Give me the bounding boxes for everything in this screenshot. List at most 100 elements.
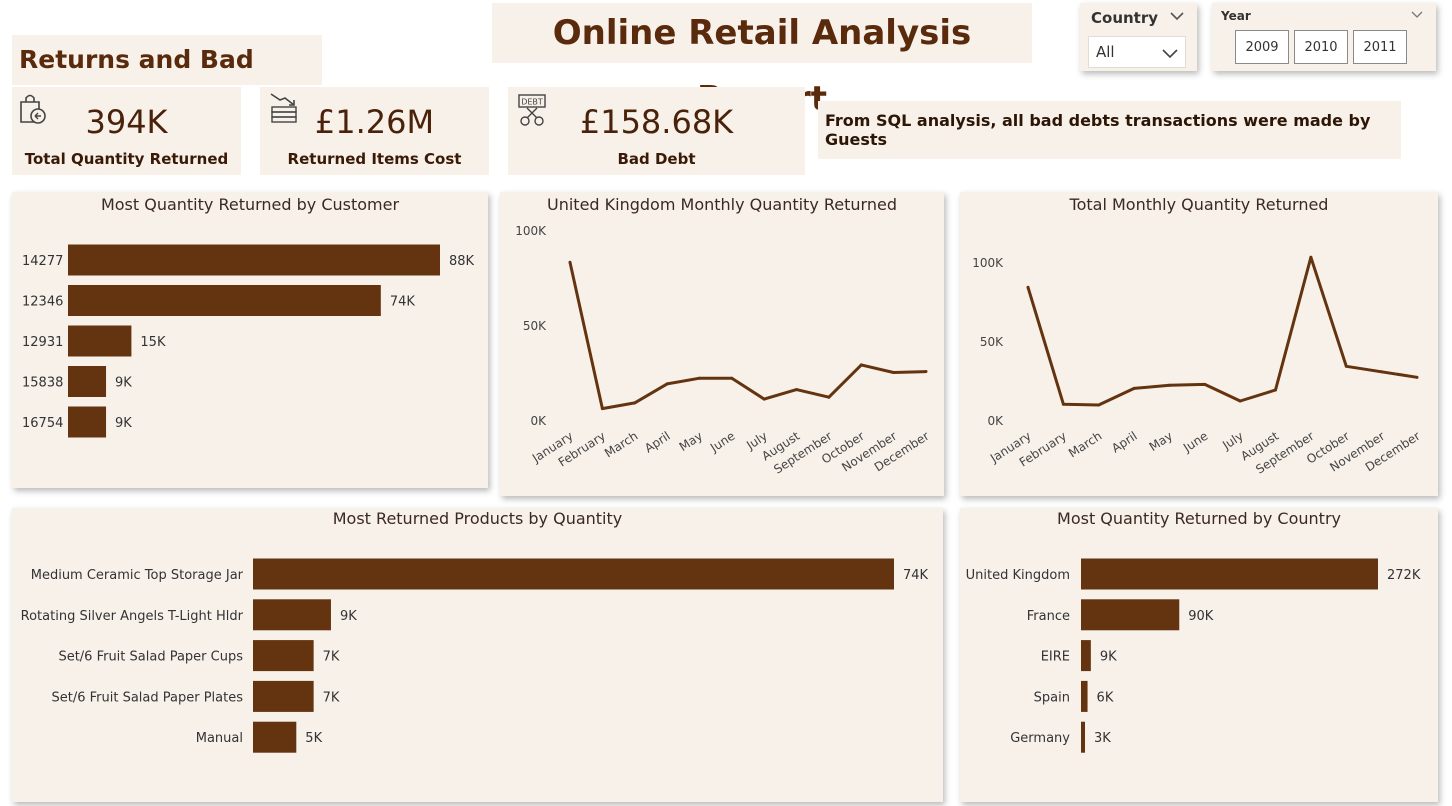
data-point <box>892 371 896 374</box>
country-slicer: Country All <box>1080 3 1197 71</box>
bar <box>1081 721 1085 753</box>
data-point <box>1274 388 1278 392</box>
kpi-card-returned-items-cost: £1.26M Returned Items Cost <box>260 87 489 175</box>
customer-returns-bars: 14277 88K 12346 74K 12931 15K 15838 9K 16754 9K <box>22 244 475 438</box>
data-point <box>665 382 669 386</box>
category-label: Manual <box>196 731 243 746</box>
y-tick-label: 100K <box>515 224 547 238</box>
kpi-label: Bad Debt <box>617 150 696 168</box>
bar <box>253 640 314 672</box>
kpi-label: Total Quantity Returned <box>24 150 229 168</box>
data-label: 88K <box>449 254 475 269</box>
x-tick-label: March <box>1066 429 1104 461</box>
uk-monthly-returns-chart: United Kingdom Monthly Quantity Returned… <box>500 192 944 496</box>
kpi-card-total-quantity-returned: 394K Total Quantity Returned <box>12 87 241 175</box>
bar <box>68 325 132 357</box>
y-tick-label: 0K <box>530 414 547 428</box>
data-point <box>827 395 831 399</box>
category-label: Set/6 Fruit Salad Paper Plates <box>51 690 243 705</box>
x-tick-label: April <box>642 429 673 456</box>
category-label: 12346 <box>22 295 63 310</box>
data-point <box>1132 386 1136 390</box>
year-2010-button[interactable]: 2010 <box>1294 30 1348 64</box>
bar <box>1081 599 1180 631</box>
data-point <box>1344 364 1348 368</box>
data-point <box>568 260 572 264</box>
country-dropdown-value: All <box>1096 43 1115 61</box>
kpi-label: Returned Items Cost <box>287 150 462 168</box>
data-point <box>762 397 766 401</box>
bar <box>253 558 894 590</box>
kpi-value: £1.26M <box>314 103 435 141</box>
kpi-value: £158.68K <box>579 103 734 141</box>
data-label: 5K <box>305 731 322 746</box>
category-label: 16754 <box>22 416 63 431</box>
total-monthly-line: 0K50K100KJanuaryFebruaryMarch April May Jun… <box>972 255 1423 477</box>
kpi-card-bad-debt: DEBT £158.68K Bad Debt <box>508 87 805 175</box>
year-2011-button[interactable]: 2011 <box>1353 30 1407 64</box>
data-point <box>1026 285 1030 289</box>
y-tick-label: 50K <box>980 335 1004 349</box>
data-point <box>1309 255 1313 259</box>
bar <box>253 680 314 712</box>
category-label: Spain <box>1034 690 1070 705</box>
data-point <box>1061 402 1065 406</box>
data-label: 272K <box>1387 568 1421 583</box>
category-label: Rotating Silver Angels T-Light Hldr <box>21 609 244 624</box>
bar <box>68 285 381 316</box>
y-tick-label: 50K <box>523 319 547 333</box>
bar <box>1081 640 1091 672</box>
x-tick-label: June <box>707 429 737 456</box>
bad-debt-note: From SQL analysis, all bad debts transac… <box>818 101 1401 159</box>
y-tick-label: 100K <box>972 256 1004 270</box>
data-label: 6K <box>1097 690 1114 705</box>
country-returns-bars: United Kingdom 272K France 90K EIRE 9K Spain 6K… <box>966 558 1421 753</box>
data-label: 74K <box>390 295 416 310</box>
data-point <box>1097 403 1101 407</box>
data-label: 74K <box>903 568 929 583</box>
x-tick-label: May <box>677 429 705 454</box>
x-tick-label: April <box>1109 429 1140 456</box>
slicer-collapse-chevron-icon[interactable] <box>1410 7 1424 26</box>
data-label: 9K <box>340 609 357 624</box>
category-label: Germany <box>1010 731 1070 746</box>
x-tick-label: May <box>1147 429 1175 454</box>
category-label: 12931 <box>22 335 63 350</box>
country-dropdown[interactable]: All <box>1088 36 1186 68</box>
year-slicer-label: Year <box>1221 9 1251 23</box>
uk-monthly-line: 0K50K100KJanuaryFebruaryMarch April May Jun… <box>515 224 931 477</box>
data-point <box>859 363 863 367</box>
category-label: Medium Ceramic Top Storage Jar <box>31 568 244 583</box>
data-label: 7K <box>323 650 340 665</box>
data-label: 15K <box>140 335 166 350</box>
y-tick-label: 0K <box>987 414 1004 428</box>
category-label: United Kingdom <box>966 568 1070 583</box>
slicer-collapse-chevron-icon[interactable] <box>1168 7 1186 25</box>
data-point <box>697 376 701 380</box>
data-label: 3K <box>1094 731 1111 746</box>
bar <box>68 244 440 276</box>
data-point <box>1380 370 1384 374</box>
data-point <box>1167 383 1171 387</box>
data-point <box>600 407 604 411</box>
bar <box>253 599 331 631</box>
customer-returns-chart: Most Quantity Returned by Customer 14277… <box>12 192 488 488</box>
data-label: 9K <box>115 416 132 431</box>
data-label: 9K <box>115 376 132 391</box>
kpi-value: 394K <box>85 103 168 141</box>
bar <box>253 721 297 753</box>
data-point <box>924 370 928 374</box>
data-point <box>1415 375 1419 379</box>
data-point <box>633 401 637 405</box>
category-label: France <box>1027 609 1070 624</box>
product-returns-chart: Most Returned Products by Quantity Mediu… <box>12 508 943 802</box>
product-returns-bars: Medium Ceramic Top Storage Jar 74K Rotatin… <box>21 558 929 753</box>
bar <box>1081 558 1378 590</box>
data-label: 90K <box>1188 609 1214 624</box>
year-2009-button[interactable]: 2009 <box>1235 30 1289 64</box>
data-label: 7K <box>323 690 340 705</box>
country-slicer-label: Country <box>1091 9 1159 27</box>
series-line <box>568 261 927 411</box>
x-tick-label: June <box>1180 429 1210 456</box>
report-title-banner: Online Retail Analysis Report <box>492 3 1032 119</box>
